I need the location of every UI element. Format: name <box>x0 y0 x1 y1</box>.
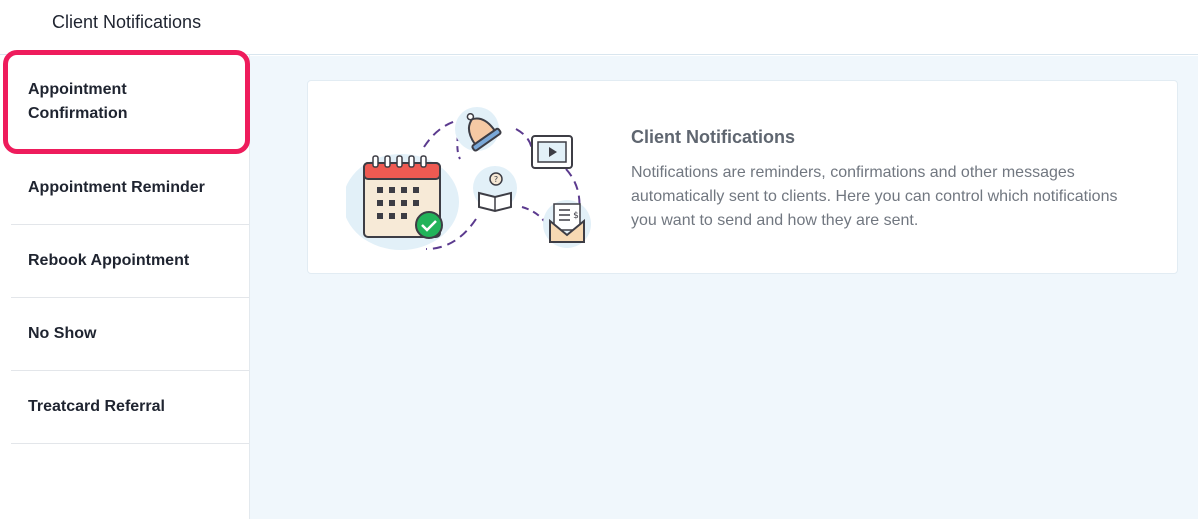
sidebar-item-label: No Show <box>28 325 97 342</box>
page-title: Client Notifications <box>52 12 202 32</box>
svg-text:$: $ <box>573 211 579 221</box>
calendar-icon <box>346 154 459 250</box>
video-icon <box>531 135 573 169</box>
sidebar-item-appointment-reminder[interactable]: Appointment Reminder <box>11 152 249 225</box>
card-title: Client Notifications <box>631 127 796 147</box>
bell-icon <box>455 107 502 152</box>
page: Client Notifications Appointment Confirm… <box>0 0 1198 519</box>
book-icon: ? <box>473 166 517 213</box>
notifications-illustration: ? $ <box>346 107 591 250</box>
sidebar-item-rebook-appointment[interactable]: Rebook Appointment <box>11 225 249 298</box>
sidebar-item-treatcard-referral[interactable]: Treatcard Referral <box>11 371 249 444</box>
envelope-icon: $ <box>543 200 591 248</box>
info-card: ? $ Client Notifications Notifications a… <box>307 80 1178 274</box>
sidebar-item-label: Appointment Confirmation <box>28 81 128 122</box>
dashed-arc <box>515 128 534 158</box>
sidebar-item-appointment-confirmation[interactable]: Appointment Confirmation <box>3 50 250 154</box>
svg-text:?: ? <box>494 175 498 184</box>
sidebar-item-label: Treatcard Referral <box>28 398 165 415</box>
main-content: ? $ Client Notifications Notifications a… <box>250 56 1198 519</box>
check-icon <box>415 211 443 239</box>
top-header: Client Notifications <box>0 0 1198 55</box>
sidebar-item-label: Rebook Appointment <box>28 252 190 269</box>
sidebar-item-no-show[interactable]: No Show <box>11 298 249 371</box>
sidebar-item-label: Appointment Reminder <box>28 179 205 196</box>
sidebar: Appointment Confirmation Appointment Rem… <box>0 50 250 519</box>
dashed-arc <box>521 206 545 222</box>
card-description: Notifications are reminders, confirmatio… <box>631 164 1118 229</box>
